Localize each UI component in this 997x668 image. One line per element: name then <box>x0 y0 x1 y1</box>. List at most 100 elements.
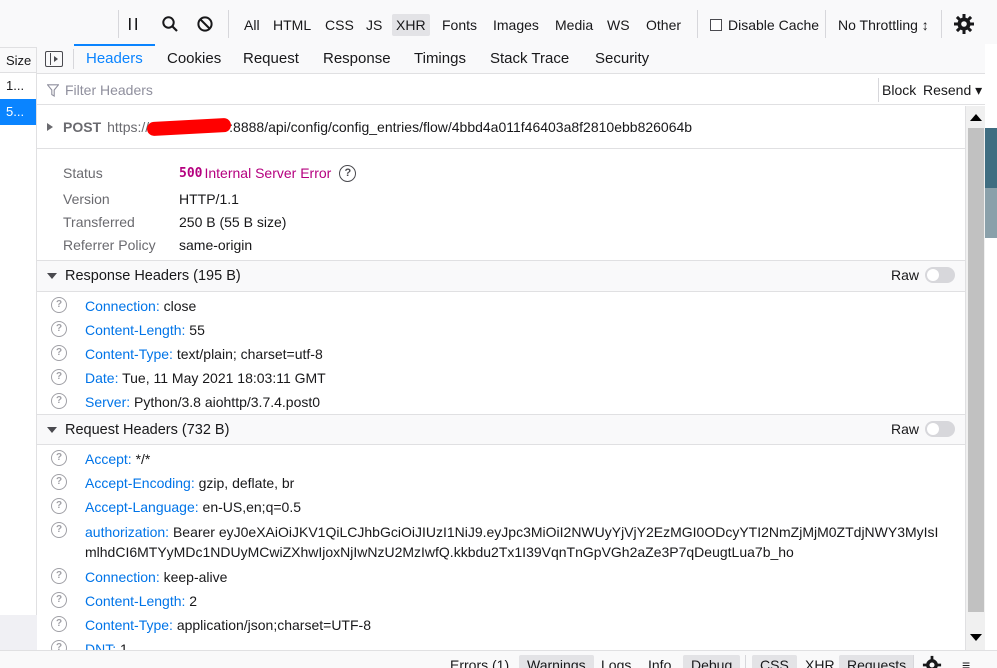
console-filter-warnings[interactable]: Warnings <box>519 655 594 668</box>
raw-toggle[interactable]: Raw <box>891 421 955 437</box>
clear-icon[interactable] <box>193 12 217 36</box>
redaction-scribble <box>146 117 232 137</box>
scrollbar-thumb[interactable] <box>968 128 984 612</box>
toggle-switch[interactable] <box>925 421 955 437</box>
filter-headers-bar: Filter Headers Block Resend ▾ <box>37 74 997 105</box>
filter-icon <box>47 83 59 97</box>
response-headers-section-header[interactable]: Response Headers (195 B) Raw <box>37 261 965 292</box>
header-name: Content-Type: <box>85 346 173 362</box>
tab-cookies[interactable]: Cookies <box>155 44 233 74</box>
help-icon[interactable]: ? <box>51 321 67 337</box>
tab-headers[interactable]: Headers <box>74 44 155 74</box>
console-filter-xhr[interactable]: XHR <box>797 655 843 668</box>
header-row: ? Content-Type: application/json;charset… <box>37 613 965 637</box>
header-row: ? Accept-Encoding: gzip, deflate, br <box>37 471 965 495</box>
tab-request[interactable]: Request <box>231 44 311 74</box>
help-icon[interactable]: ? <box>51 345 67 361</box>
help-icon[interactable]: ? <box>51 393 67 409</box>
vertical-scrollbar[interactable] <box>965 106 985 650</box>
console-bar-separator <box>745 655 746 668</box>
gear-icon[interactable] <box>952 12 976 36</box>
console-filter-info[interactable]: Info <box>640 655 679 668</box>
console-filter-debug[interactable]: Debug <box>683 655 741 668</box>
filter-xhr[interactable]: XHR <box>392 14 430 36</box>
console-filter-css[interactable]: CSS <box>752 655 797 668</box>
request-row[interactable]: 1... <box>0 73 36 99</box>
help-icon[interactable]: ? <box>51 474 67 490</box>
filter-headers-input[interactable]: Filter Headers <box>47 80 153 100</box>
help-icon[interactable]: ? <box>51 640 67 650</box>
url-scheme: https:// <box>107 119 150 135</box>
filter-css[interactable]: CSS <box>321 14 358 36</box>
help-icon[interactable]: ? <box>51 297 67 313</box>
filter-ws[interactable]: WS <box>603 14 634 36</box>
header-row: ? Connection: close <box>37 294 965 318</box>
help-icon[interactable]: ? <box>51 568 67 584</box>
background-window-strip <box>985 188 997 238</box>
toggle-switch[interactable] <box>925 267 955 283</box>
console-filter-requests[interactable]: Requests <box>839 655 915 668</box>
throttling-select[interactable]: No Throttling ↕ <box>838 14 929 36</box>
block-button[interactable]: Block <box>882 80 916 100</box>
referrer-policy-label: Referrer Policy <box>63 236 156 253</box>
filter-fonts[interactable]: Fonts <box>438 14 481 36</box>
help-icon[interactable]: ? <box>51 369 67 385</box>
filter-images[interactable]: Images <box>489 14 543 36</box>
header-name: authorization: <box>85 524 170 540</box>
header-name: Accept: <box>85 451 132 467</box>
request-headers-section-header[interactable]: Request Headers (732 B) Raw <box>37 414 965 445</box>
resend-button[interactable]: Resend ▾ <box>923 80 982 100</box>
header-row: ? Accept-Language: en-US,en;q=0.5 <box>37 495 965 519</box>
help-icon[interactable]: ? <box>51 616 67 632</box>
checkbox-box[interactable] <box>710 19 722 31</box>
background-window-edge <box>985 44 997 650</box>
tab-timings[interactable]: Timings <box>402 44 478 74</box>
collapse-arrow-icon[interactable] <box>47 273 57 279</box>
collapse-arrow-icon[interactable] <box>47 426 57 433</box>
version-row: Version HTTP/1.1 <box>63 187 965 210</box>
filter-js[interactable]: JS <box>362 14 386 36</box>
request-row-selected[interactable]: 5... <box>0 99 36 125</box>
tab-security[interactable]: Security <box>583 44 661 74</box>
disable-cache-checkbox[interactable]: Disable Cache <box>710 14 819 36</box>
pause-icon[interactable] <box>121 12 145 36</box>
help-icon[interactable]: ? <box>339 164 357 182</box>
help-icon[interactable]: ? <box>51 498 67 514</box>
tab-response[interactable]: Response <box>311 44 403 74</box>
header-value: 1 <box>120 641 128 650</box>
status-row: Status 500 Internal Server Error ? <box>63 159 965 187</box>
help-icon[interactable]: ? <box>51 522 67 538</box>
raw-label: Raw <box>890 267 919 283</box>
size-column-header[interactable]: Size <box>0 48 36 73</box>
console-more-icon[interactable]: ≡ <box>962 657 970 668</box>
header-row: ? Connection: keep-alive <box>37 565 965 589</box>
header-row: ? Accept: */* <box>37 447 965 471</box>
console-settings-gear-icon[interactable] <box>922 655 942 668</box>
version-label: Version <box>63 190 110 207</box>
header-row: ? DNT: 1 <box>37 637 965 650</box>
help-icon[interactable]: ? <box>51 592 67 608</box>
filter-other[interactable]: Other <box>642 14 685 36</box>
console-filter-logs[interactable]: Logs <box>593 655 639 668</box>
help-icon[interactable]: ? <box>51 450 67 466</box>
raw-toggle[interactable]: Raw <box>891 267 955 283</box>
header-name: Server: <box>85 394 131 410</box>
header-row: ? Content-Length: 55 <box>37 318 965 342</box>
scroll-down-arrow-icon[interactable] <box>970 634 982 641</box>
disable-cache-label: Disable Cache <box>728 17 820 33</box>
header-row: ? Content-Type: text/plain; charset=utf-… <box>37 342 965 366</box>
filter-html[interactable]: HTML <box>269 14 315 36</box>
filter-all[interactable]: All <box>240 14 264 36</box>
transferred-label: Transferred <box>63 213 135 230</box>
search-icon[interactable] <box>158 12 182 36</box>
request-headers-list: ? Accept: */* ? Accept-Encoding: gzip, d… <box>37 445 965 650</box>
filter-media[interactable]: Media <box>551 14 597 36</box>
scroll-up-arrow-icon[interactable] <box>970 114 982 121</box>
console-filter-errors[interactable]: Errors (1) <box>442 655 517 668</box>
header-value: Bearer eyJ0eXAiOiJKV1QiLCJhbGciOiJIUzI1N… <box>85 524 939 560</box>
tab-stack-trace[interactable]: Stack Trace <box>478 44 581 74</box>
filter-headers-placeholder: Filter Headers <box>65 82 153 98</box>
request-url-row[interactable]: POST https:// :8888/api/config/config_en… <box>37 106 965 149</box>
toggle-panel-icon[interactable] <box>45 51 63 67</box>
expand-arrow-icon[interactable] <box>47 123 53 131</box>
